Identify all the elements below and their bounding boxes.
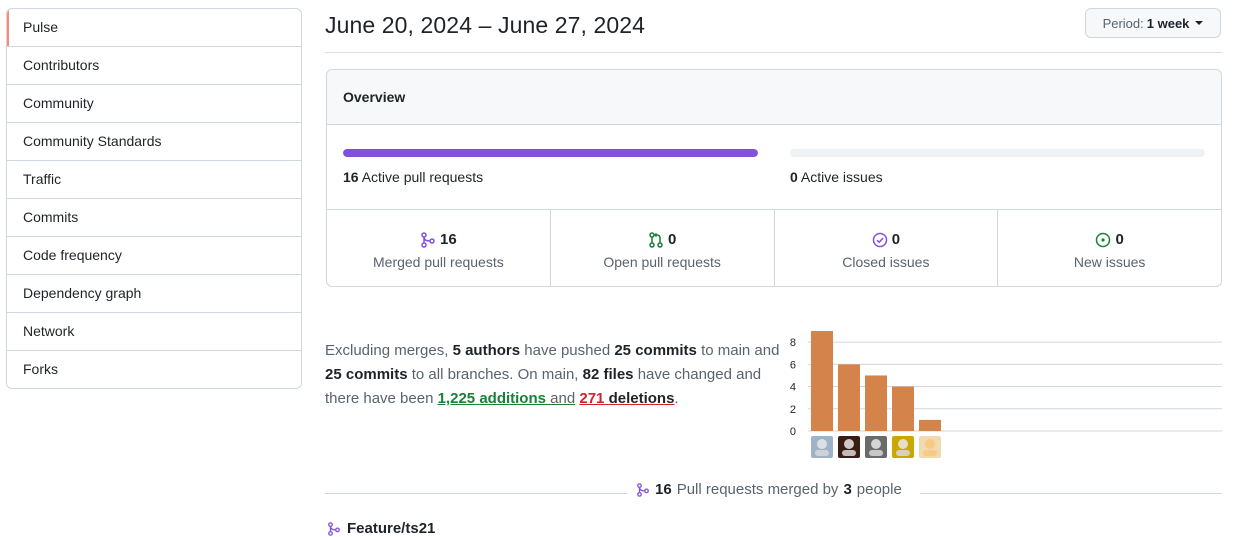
sidebar-item-community-standards[interactable]: Community Standards bbox=[7, 122, 301, 160]
avatar-face bbox=[844, 439, 854, 449]
additions-count: 1,225 bbox=[437, 390, 476, 407]
pr-caption: 16 Active pull requests bbox=[343, 169, 758, 185]
chart-bar[interactable] bbox=[811, 331, 833, 431]
git-pull-request-icon bbox=[649, 231, 663, 248]
additions-link[interactable]: 1,225 additions and bbox=[438, 390, 576, 407]
issues-progress-track bbox=[790, 149, 1205, 157]
avatar-body bbox=[896, 450, 910, 456]
merged-divider-right bbox=[920, 493, 1222, 494]
header-divider bbox=[325, 52, 1222, 53]
chevron-down-icon bbox=[1195, 21, 1204, 25]
pr-progress-track bbox=[343, 149, 758, 157]
sidebar-item-community[interactable]: Community bbox=[7, 84, 301, 122]
avatar-face bbox=[871, 439, 881, 449]
merged-text: Pull requests merged by bbox=[676, 481, 839, 498]
stat-closed-value: 0 bbox=[891, 231, 901, 248]
deletions-count: 271 bbox=[579, 390, 605, 407]
avatar-body bbox=[815, 450, 829, 456]
pull-requests-progress[interactable]: 16 Active pull requests bbox=[343, 149, 758, 185]
summary-text: to main and bbox=[701, 342, 780, 359]
period-label: Period: bbox=[1102, 15, 1144, 31]
overview-box: Overview 16 Active pull requests 0 Activ… bbox=[326, 69, 1222, 287]
y-tick-label: 8 bbox=[790, 337, 796, 349]
deletions-word: deletions bbox=[608, 390, 675, 407]
stat-merged-label: Merged pull requests bbox=[373, 254, 504, 270]
summary-text: have pushed bbox=[524, 342, 611, 359]
sidebar-item-code-frequency[interactable]: Code frequency bbox=[7, 236, 301, 274]
merged-people-count: 3 bbox=[843, 481, 852, 498]
issue-closed-icon bbox=[872, 232, 887, 247]
sidebar-item-traffic[interactable]: Traffic bbox=[7, 160, 301, 198]
avatar-face bbox=[817, 439, 827, 449]
issues-progress[interactable]: 0 Active issues bbox=[790, 149, 1205, 185]
commit-summary: Excluding merges, 5 authors have pushed … bbox=[325, 339, 780, 411]
y-tick-label: 4 bbox=[790, 382, 796, 394]
summary-files: 82 files bbox=[582, 366, 634, 383]
issues-count: 0 bbox=[790, 169, 798, 185]
stat-open-value: 0 bbox=[667, 231, 677, 248]
stat-merged-value: 16 bbox=[440, 231, 457, 248]
commits-by-author-chart: 0 2 4 6 8 bbox=[790, 331, 1222, 458]
merged-divider-left bbox=[325, 493, 627, 494]
stat-new-issues[interactable]: 0 New issues bbox=[997, 210, 1221, 286]
sidebar-item-dependency-graph[interactable]: Dependency graph bbox=[7, 274, 301, 312]
avatar-face bbox=[898, 439, 908, 449]
stat-new-value: 0 bbox=[1115, 231, 1124, 248]
deletions-link[interactable]: 271 deletions bbox=[579, 390, 674, 407]
stat-closed-label: Closed issues bbox=[842, 254, 930, 270]
period-value: 1 week bbox=[1146, 15, 1190, 31]
chart-bar[interactable] bbox=[919, 419, 941, 431]
overview-bars: 16 Active pull requests 0 Active issues bbox=[327, 125, 1221, 210]
pr-list-item[interactable]: Feature/ts21 bbox=[327, 520, 435, 537]
avatar-body bbox=[842, 450, 856, 456]
chart-bar[interactable] bbox=[892, 386, 914, 431]
avatar-body bbox=[869, 450, 883, 456]
summary-text: to all branches. On main, bbox=[411, 366, 579, 383]
pr-label: Active pull requests bbox=[361, 169, 484, 185]
stat-merged-prs[interactable]: 16 Merged pull requests bbox=[327, 210, 550, 286]
stat-open-label: Open pull requests bbox=[603, 254, 721, 270]
pr-progress-fill bbox=[343, 149, 758, 157]
y-tick-label: 2 bbox=[790, 404, 796, 416]
summary-text: . bbox=[674, 390, 679, 407]
avatar-face bbox=[925, 439, 935, 449]
summary-commits-all: 25 commits bbox=[325, 366, 408, 383]
summary-text: and bbox=[550, 390, 576, 407]
stat-closed-issues[interactable]: 0 Closed issues bbox=[773, 210, 998, 286]
period-select-button[interactable]: Period: 1 week bbox=[1085, 8, 1221, 38]
summary-commits-main: 25 commits bbox=[614, 342, 697, 359]
sidebar-item-network[interactable]: Network bbox=[7, 312, 301, 350]
sidebar-item-pulse[interactable]: Pulse bbox=[7, 9, 301, 46]
git-merge-icon bbox=[328, 521, 340, 536]
overview-title: Overview bbox=[327, 70, 1221, 125]
page-title: June 20, 2024 – June 27, 2024 bbox=[325, 12, 646, 38]
issues-label: Active issues bbox=[800, 169, 883, 185]
avatar-body bbox=[923, 450, 937, 456]
merged-count: 16 bbox=[655, 481, 672, 498]
y-tick-label: 6 bbox=[790, 359, 796, 371]
git-merge-icon bbox=[421, 231, 435, 248]
y-tick-label: 0 bbox=[790, 426, 796, 438]
pr-title: Feature/ts21 bbox=[347, 520, 436, 537]
chart-bar[interactable] bbox=[865, 375, 887, 431]
sidebar-item-commits[interactable]: Commits bbox=[7, 198, 301, 236]
additions-word: additions bbox=[479, 390, 546, 407]
sidebar-item-contributors[interactable]: Contributors bbox=[7, 46, 301, 84]
issue-opened-icon bbox=[1096, 232, 1111, 247]
issues-caption: 0 Active issues bbox=[790, 169, 1205, 185]
git-merge-icon bbox=[637, 482, 649, 497]
stat-open-prs[interactable]: 0 Open pull requests bbox=[549, 210, 774, 286]
summary-authors: 5 authors bbox=[452, 342, 521, 359]
pr-count: 16 bbox=[343, 169, 359, 185]
overview-stats: 16 Merged pull requests 0 Open pull requ… bbox=[327, 210, 1221, 286]
stat-new-label: New issues bbox=[1073, 254, 1146, 270]
summary-text: Excluding merges, bbox=[325, 342, 449, 359]
merged-prs-heading: 16 Pull requests merged by 3 people bbox=[636, 481, 902, 498]
sidebar-item-forks[interactable]: Forks bbox=[7, 350, 301, 388]
chart-bar[interactable] bbox=[838, 364, 860, 431]
merged-people-word: people bbox=[856, 481, 902, 498]
insights-sidebar: Pulse Contributors Community Community S… bbox=[6, 8, 302, 389]
